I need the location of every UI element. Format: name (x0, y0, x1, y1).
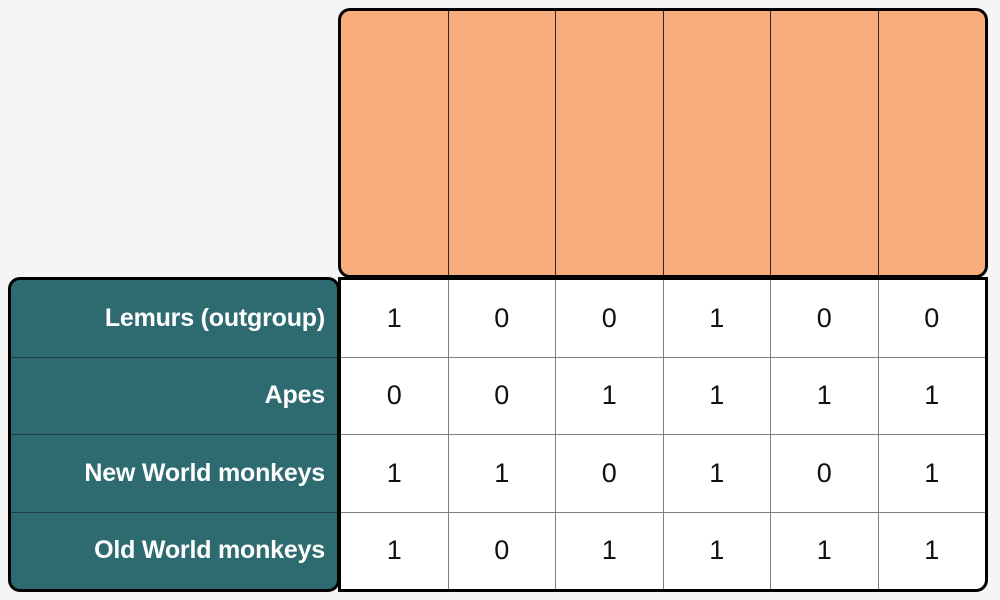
column-header-rotated-label-1: Prehensile tail (449, 11, 556, 263)
column-header-cell-4[interactable]: Downward facing nostrils (771, 11, 879, 275)
character-matrix: Tail Prehensile tail Full trichromatic v… (0, 0, 1000, 600)
column-header-block: Tail Prehensile tail Full trichromatic v… (338, 8, 988, 278)
data-cell-2-3[interactable]: 1 (664, 435, 771, 512)
row-header-cell-1[interactable]: Apes (11, 358, 337, 435)
data-cell-2-2[interactable]: 0 (556, 435, 664, 512)
column-header-cell-0[interactable]: Tail (341, 11, 449, 275)
data-cell-1-5[interactable]: 1 (879, 358, 986, 435)
data-cell-1-2[interactable]: 1 (556, 357, 664, 434)
data-cell-0-1[interactable]: 0 (449, 280, 556, 357)
row-header-cell-0[interactable]: Lemurs (outgroup) (11, 280, 337, 358)
column-header-rotated-label-5: Post orbital closure (879, 11, 986, 263)
data-cell-2-4[interactable]: 0 (771, 435, 879, 512)
column-header-cell-5[interactable]: Post orbital closure (879, 11, 986, 275)
data-cell-3-0[interactable]: 1 (341, 512, 449, 589)
column-header-cell-1[interactable]: Prehensile tail (449, 11, 556, 275)
column-header-rotated-label-3: Arboreal (664, 11, 771, 263)
table-row: 0 0 1 1 1 1 (341, 357, 986, 435)
row-header-label-3: Old World monkeys (94, 536, 325, 565)
data-cell-2-0[interactable]: 1 (341, 435, 449, 512)
row-header-label-2: New World monkeys (84, 458, 325, 487)
data-cell-1-3[interactable]: 1 (664, 357, 771, 434)
data-cell-0-0[interactable]: 1 (341, 280, 449, 357)
data-cell-1-4[interactable]: 1 (771, 357, 879, 434)
data-cell-1-0[interactable]: 0 (341, 357, 449, 434)
data-cell-0-2[interactable]: 0 (556, 280, 664, 357)
column-header-rotated-label-2: Full trichromatic vision (556, 11, 663, 263)
data-cell-1-1[interactable]: 0 (449, 357, 556, 434)
column-header-rotated-label-4: Downward facing nostrils (771, 11, 878, 263)
column-header-cell-2[interactable]: Full trichromatic vision (556, 11, 664, 275)
data-cell-0-5[interactable]: 0 (879, 280, 986, 357)
data-cell-3-5[interactable]: 1 (879, 513, 986, 590)
row-header-block: Lemurs (outgroup) Apes New World monkeys… (8, 277, 340, 592)
data-cell-3-2[interactable]: 1 (556, 512, 664, 589)
data-cell-3-3[interactable]: 1 (664, 512, 771, 589)
data-grid: 1 0 0 1 0 0 0 0 1 1 1 1 1 1 0 1 0 1 1 0 … (338, 277, 988, 592)
row-header-label-0: Lemurs (outgroup) (104, 303, 325, 332)
column-header-cell-3[interactable]: Arboreal (664, 11, 771, 275)
table-row: 1 1 0 1 0 1 (341, 435, 985, 513)
data-cell-2-1[interactable]: 1 (449, 435, 556, 512)
data-cell-0-3[interactable]: 1 (664, 280, 771, 357)
column-header-rotated-label-0: Tail (341, 11, 448, 263)
table-row: 1 0 0 1 0 0 (341, 280, 985, 358)
data-cell-3-1[interactable]: 0 (449, 512, 556, 589)
row-header-label-1: Apes (264, 381, 326, 410)
row-header-cell-3[interactable]: Old World monkeys (11, 513, 337, 590)
data-cell-0-4[interactable]: 0 (771, 280, 879, 357)
row-header-cell-2[interactable]: New World monkeys (11, 435, 337, 513)
data-cell-2-5[interactable]: 1 (879, 435, 986, 512)
table-row: 1 0 1 1 1 1 (341, 512, 986, 590)
data-cell-3-4[interactable]: 1 (771, 512, 879, 589)
